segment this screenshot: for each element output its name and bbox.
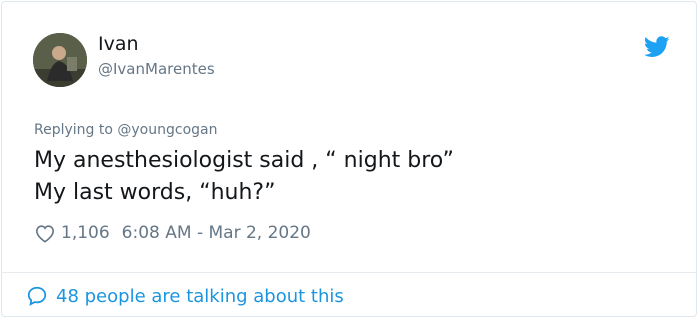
like-count[interactable]: 1,106 <box>61 223 110 243</box>
tweet-text: My anesthesiologist said , “ night bro” … <box>34 145 454 209</box>
display-name[interactable]: Ivan <box>98 33 139 55</box>
heart-icon[interactable] <box>34 223 56 243</box>
avatar[interactable] <box>33 33 87 87</box>
tweet-text-line: My anesthesiologist said , “ night bro” <box>34 148 454 173</box>
tweet-meta: 1,106 6:08 AM - Mar 2, 2020 <box>34 223 311 243</box>
conversation-label[interactable]: 48 people are talking about this <box>56 286 344 307</box>
user-handle[interactable]: @IvanMarentes <box>98 60 215 78</box>
avatar-photo <box>33 33 87 87</box>
reply-mention-link[interactable]: @youngcogan <box>117 122 217 138</box>
speech-bubble-icon <box>27 286 47 306</box>
tweet-text-line: My last words, “huh?” <box>34 180 276 205</box>
twitter-bird-icon[interactable] <box>644 36 670 58</box>
divider <box>2 272 696 273</box>
replying-to-label: Replying to <box>34 122 113 138</box>
replying-to: Replying to @youngcogan <box>34 122 217 138</box>
tweet-timestamp[interactable]: 6:08 AM - Mar 2, 2020 <box>122 223 311 243</box>
conversation-link[interactable]: 48 people are talking about this <box>26 285 344 307</box>
tweet-card[interactable]: Ivan @IvanMarentes Replying to @youngcog… <box>1 1 697 317</box>
